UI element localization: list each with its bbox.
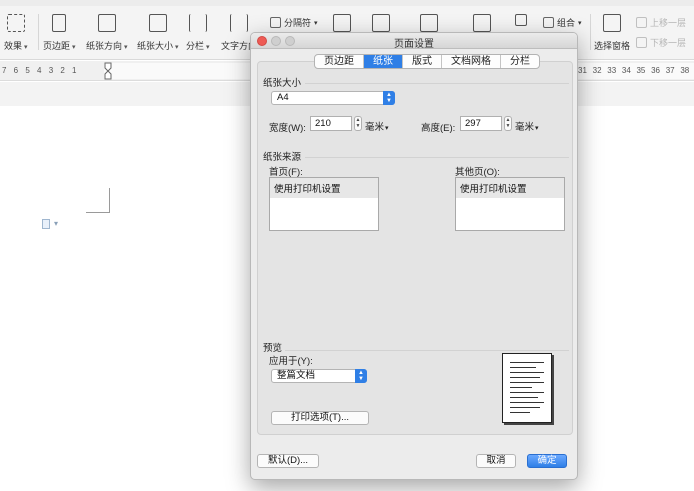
preview-text-line	[510, 402, 544, 403]
tab-paper[interactable]: 纸张	[364, 55, 403, 68]
preview-text-line	[510, 412, 530, 413]
apply-to-select[interactable]: 整篇文档 ▲ ▼	[271, 369, 367, 383]
width-input[interactable]: 210	[310, 116, 352, 131]
section-divider	[305, 83, 569, 84]
ribbon-separator	[38, 14, 39, 50]
send-backward-icon	[636, 37, 647, 48]
tab-columns[interactable]: 分栏	[501, 55, 539, 68]
ok-button[interactable]: 确定	[527, 454, 567, 468]
separator-dropdown[interactable]: 分隔符 ▾	[270, 16, 318, 29]
preview-text-line	[510, 387, 532, 388]
section-divider	[305, 157, 569, 158]
page-preview-thumbnail	[502, 353, 552, 423]
other-pages-source-list[interactable]: 使用打印机设置	[455, 177, 565, 231]
dialog-tab-bar: 页边距 纸张 版式 文档网格 分栏	[314, 54, 540, 69]
apply-to-label: 应用于(Y):	[269, 356, 313, 367]
chevron-updown-icon: ▲ ▼	[383, 91, 395, 105]
print-options-button[interactable]: 打印选项(T)...	[271, 411, 369, 425]
effects-icon	[6, 14, 25, 32]
height-unit-select[interactable]: 毫米	[515, 119, 539, 133]
selection-pane-label: 选择窗格	[594, 41, 631, 51]
chevron-down-icon: ▾	[314, 19, 318, 27]
width-label: 宽度(W):	[269, 123, 306, 134]
background-icon	[420, 14, 438, 32]
move-up-label: 上移一层	[650, 18, 687, 28]
width-stepper[interactable]: ▲ ▼	[354, 116, 362, 131]
first-page-source-list[interactable]: 使用打印机设置	[269, 177, 379, 231]
preview-text-line	[510, 382, 544, 383]
ribbon-top-strip	[0, 0, 694, 6]
arrange-button[interactable]	[515, 14, 527, 33]
ruler-right-numbers: 31 32 33 34 35 36 37 38	[578, 66, 690, 75]
preview-section-title: 预览	[263, 343, 283, 354]
preview-text-line	[510, 407, 540, 408]
first-page-source-item[interactable]: 使用打印机设置	[270, 178, 378, 198]
height-input[interactable]: 297	[460, 116, 502, 131]
group-dropdown[interactable]: 组合 ▾	[543, 16, 582, 29]
columns-icon	[188, 14, 207, 32]
tab-document-grid[interactable]: 文档网格	[442, 55, 501, 68]
orientation-icon	[97, 14, 116, 32]
orientation-label: 纸张方向	[86, 39, 127, 52]
page-margins-icon	[52, 14, 67, 32]
page-border-icon	[372, 14, 390, 32]
width-unit-select[interactable]: 毫米	[365, 119, 389, 133]
apply-to-value: 整篇文档	[277, 370, 316, 381]
paper-size-label: 纸张大小	[137, 39, 178, 52]
indent-marker-icon[interactable]	[104, 62, 112, 80]
group-icon	[543, 17, 554, 28]
section-divider	[285, 350, 569, 351]
ribbon-separator	[590, 14, 591, 50]
orientation-button[interactable]: 纸张方向	[86, 14, 127, 52]
paper-source-section-title: 纸张来源	[263, 152, 302, 163]
watermark-icon	[333, 14, 351, 32]
paper-size-value: A4	[277, 92, 289, 103]
move-down-button[interactable]: 下移一层	[636, 36, 686, 49]
paper-size-button[interactable]: 纸张大小	[137, 14, 178, 52]
paper-size-select[interactable]: A4 ▲ ▼	[271, 91, 395, 105]
dialog-titlebar[interactable]: 页面设置	[251, 33, 577, 50]
preview-text-line	[510, 362, 544, 363]
margins-button[interactable]: 页边距	[43, 14, 75, 52]
preview-text-line	[510, 372, 544, 373]
other-pages-source-item[interactable]: 使用打印机设置	[456, 178, 564, 198]
ruler-left-numbers: 7 6 5 4 3 2 1	[2, 66, 77, 75]
tab-layout[interactable]: 版式	[403, 55, 442, 68]
selection-pane-button[interactable]: 选择窗格	[594, 14, 630, 52]
columns-button[interactable]: 分栏	[186, 14, 209, 52]
preview-text-line	[510, 397, 538, 398]
preview-text-line	[510, 367, 536, 368]
cancel-button[interactable]: 取消	[476, 454, 516, 468]
paragraph-layout-icon[interactable]	[42, 219, 50, 229]
chevron-down-icon: ▾	[578, 19, 582, 27]
height-label: 高度(E):	[421, 123, 456, 134]
margins-label: 页边距	[43, 39, 75, 52]
effects-label: 效果	[4, 39, 27, 52]
preview-text-line	[510, 377, 540, 378]
bring-forward-icon	[636, 17, 647, 28]
group-label: 组合	[557, 18, 576, 28]
dialog-title: 页面设置	[394, 39, 434, 50]
paper-size-section-title: 纸张大小	[263, 78, 302, 89]
align-icon	[473, 14, 491, 32]
move-down-label: 下移一层	[650, 38, 687, 48]
paper-size-icon	[148, 14, 167, 32]
chevron-updown-icon: ▲ ▼	[355, 369, 367, 383]
chevron-down-icon[interactable]: ▾	[54, 219, 58, 228]
columns-label: 分栏	[186, 39, 209, 52]
height-stepper[interactable]: ▲ ▼	[504, 116, 512, 131]
default-button[interactable]: 默认(D)...	[257, 454, 319, 468]
text-direction-icon	[230, 14, 248, 32]
arrange-icon	[515, 14, 527, 26]
margin-corner-mark	[86, 188, 110, 213]
other-pages-label: 其他页(O):	[455, 167, 500, 178]
separator-label: 分隔符	[284, 18, 312, 28]
selection-pane-icon	[603, 14, 621, 32]
tab-margins[interactable]: 页边距	[315, 55, 364, 68]
effects-button[interactable]: 效果	[4, 14, 27, 52]
move-up-button[interactable]: 上移一层	[636, 16, 686, 29]
first-page-label: 首页(F):	[269, 167, 303, 178]
separator-icon	[270, 17, 281, 28]
preview-text-line	[510, 392, 544, 393]
